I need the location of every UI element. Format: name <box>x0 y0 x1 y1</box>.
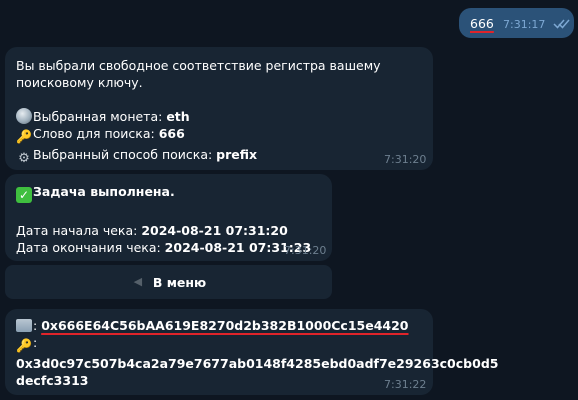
menu-button-label: В меню <box>152 274 207 290</box>
outgoing-message-time: 7:31:17 <box>503 18 546 31</box>
check-end-label: Дата окончания чека: <box>16 240 165 255</box>
folder-icon <box>16 319 32 332</box>
private-key-line-1[interactable]: 0x3d0c97c507b4ca2a79e7677ab0148f4285ebd0… <box>16 355 498 372</box>
wallet-address[interactable]: 0x666E64C56bAA619E8270d2b382B1000Cc15e44… <box>41 318 408 333</box>
wallet-address-prefix: : <box>33 318 42 333</box>
selected-coin-label: Выбранная монета: <box>33 109 167 124</box>
wallet-address-row: : 0x666E64C56bAA619E8270d2b382B1000Cc15e… <box>16 317 498 334</box>
search-word-label: Слово для поиска: <box>33 126 159 141</box>
gear-icon: ⚙ <box>18 151 30 166</box>
settings-intro-line-2: поисковому ключу. <box>16 75 143 90</box>
search-method-label: Выбранный способ поиска: <box>33 147 217 162</box>
search-word-value: 666 <box>158 126 185 141</box>
search-method-row: ⚙ Выбранный способ поиска: prefix <box>16 146 381 167</box>
search-word-row: 🔑Слово для поиска: 666 <box>16 125 381 146</box>
menu-button[interactable]: ◀ В меню <box>5 265 332 299</box>
check-end-row: Дата окончания чека: 2024-08-21 07:31:23 <box>16 239 311 256</box>
bot-message-wallet-result[interactable]: : 0x666E64C56bAA619E8270d2b382B1000Cc15e… <box>5 309 498 395</box>
key-icon: 🔑 <box>16 339 33 354</box>
selected-coin-row: Выбранная монета: eth <box>16 108 381 125</box>
settings-intro-line-1: Вы выбрали свободное соответствие регист… <box>16 58 381 73</box>
task-complete-title-row: ✓ Задача выполнена. <box>16 183 311 203</box>
private-key-label-row: 🔑: <box>16 334 498 355</box>
key-icon: 🔑 <box>16 130 33 145</box>
check-start-label: Дата начала чека: <box>16 223 142 238</box>
outgoing-message[interactable]: 666 7:31:17 <box>459 8 574 38</box>
bot-message-settings[interactable]: Вы выбрали свободное соответствие регист… <box>5 47 433 170</box>
task-message-time: 7:31:20 <box>284 244 327 257</box>
selected-coin-value: eth <box>166 109 190 124</box>
private-key-prefix: : <box>33 335 38 350</box>
check-mark-icon: ✓ <box>16 187 32 203</box>
outgoing-message-text: 666 <box>470 16 494 31</box>
bot-message-task-complete[interactable]: ✓ Задача выполнена. Дата начала чека: 202… <box>5 174 332 261</box>
settings-message-time: 7:31:20 <box>384 153 427 166</box>
back-arrow-icon: ◀ <box>133 275 143 288</box>
task-complete-title: Задача выполнена. <box>33 184 175 199</box>
double-check-icon <box>553 19 570 29</box>
check-start-value: 2024-08-21 07:31:20 <box>141 223 288 238</box>
check-start-row: Дата начала чека: 2024-08-21 07:31:20 <box>16 222 311 239</box>
search-method-value: prefix <box>216 147 258 162</box>
wallet-message-time: 7:31:22 <box>384 378 427 391</box>
globe-icon <box>16 108 32 124</box>
